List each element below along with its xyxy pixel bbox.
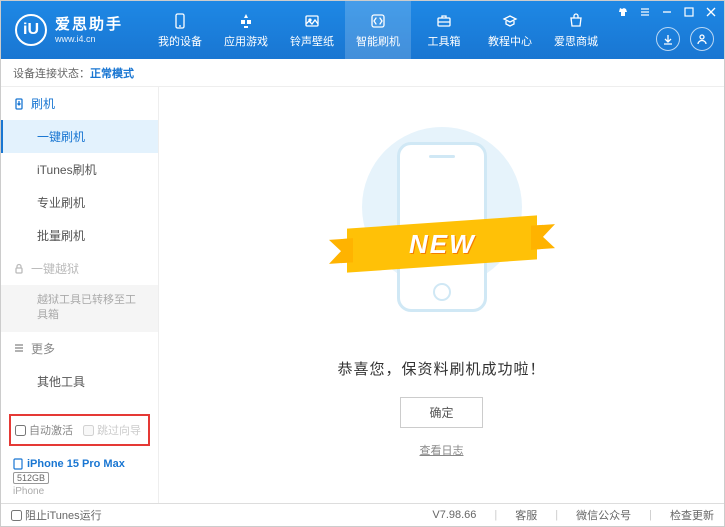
refresh-icon xyxy=(369,12,387,30)
app-header: iU 爱思助手 www.i4.cn 我的设备 应用游戏 铃声壁纸 智能刷机 工具… xyxy=(1,1,724,59)
device-name: iPhone 15 Pro Max xyxy=(27,458,125,470)
skin-icon[interactable] xyxy=(616,5,630,19)
main-content: NEW 恭喜您，保资料刷机成功啦！ 确定 查看日志 xyxy=(159,87,724,503)
nav-apps-games[interactable]: 应用游戏 xyxy=(213,1,279,59)
download-icon xyxy=(13,98,25,110)
sidebar-item-pro-flash[interactable]: 专业刷机 xyxy=(1,186,158,219)
device-info: iPhone 15 Pro Max 512GB iPhone xyxy=(1,452,158,503)
phone-icon xyxy=(13,458,23,470)
version-label: V7.98.66 xyxy=(432,509,476,521)
nav-toolbox[interactable]: 工具箱 xyxy=(411,1,477,59)
checkbox-block-itunes[interactable]: 阻止iTunes运行 xyxy=(11,507,102,523)
app-title: 爱思助手 xyxy=(55,16,123,34)
footer-link-wechat[interactable]: 微信公众号 xyxy=(576,507,631,523)
ok-button[interactable]: 确定 xyxy=(400,397,482,428)
device-storage: 512GB xyxy=(13,472,49,484)
logo: iU 爱思助手 www.i4.cn xyxy=(1,14,137,46)
footer-link-update[interactable]: 检查更新 xyxy=(670,507,714,523)
menu-icon xyxy=(13,342,25,354)
minimize-icon[interactable] xyxy=(660,5,674,19)
nav-ringtone-wallpaper[interactable]: 铃声壁纸 xyxy=(279,1,345,59)
app-url: www.i4.cn xyxy=(55,34,123,45)
close-icon[interactable] xyxy=(704,5,718,19)
sidebar: 刷机 一键刷机 iTunes刷机 专业刷机 批量刷机 一键越狱 越狱工具已转移至… xyxy=(1,87,159,503)
shop-icon xyxy=(567,12,585,30)
user-button[interactable] xyxy=(690,27,714,51)
view-log-link[interactable]: 查看日志 xyxy=(420,442,464,458)
footer: 阻止iTunes运行 V7.98.66 | 客服 | 微信公众号 | 检查更新 xyxy=(1,503,724,526)
sidebar-item-jailbreak-moved: 越狱工具已转移至工具箱 xyxy=(1,285,158,332)
checkbox-skip-guide[interactable]: 跳过向导 xyxy=(83,422,141,438)
sidebar-section-flash[interactable]: 刷机 xyxy=(1,87,158,120)
phone-icon xyxy=(171,12,189,30)
sidebar-item-download-firmware[interactable]: 下载固件 xyxy=(1,398,158,408)
toolbox-icon xyxy=(435,12,453,30)
status-value: 正常模式 xyxy=(90,65,134,81)
nav-store[interactable]: 爱思商城 xyxy=(543,1,609,59)
top-nav: 我的设备 应用游戏 铃声壁纸 智能刷机 工具箱 教程中心 爱思商城 xyxy=(147,1,609,59)
sidebar-item-oneclick-flash[interactable]: 一键刷机 xyxy=(1,120,158,153)
options-highlighted: 自动激活 跳过向导 xyxy=(9,414,150,446)
menu-icon[interactable] xyxy=(638,5,652,19)
success-message: 恭喜您，保资料刷机成功啦！ xyxy=(337,358,545,379)
image-icon xyxy=(303,12,321,30)
device-type: iPhone xyxy=(13,486,146,497)
sidebar-section-more[interactable]: 更多 xyxy=(1,332,158,365)
sidebar-item-batch-flash[interactable]: 批量刷机 xyxy=(1,219,158,252)
success-illustration: NEW xyxy=(352,132,532,332)
sidebar-item-other-tools[interactable]: 其他工具 xyxy=(1,365,158,398)
footer-link-support[interactable]: 客服 xyxy=(515,507,537,523)
logo-icon: iU xyxy=(15,14,47,46)
ribbon-text: NEW xyxy=(408,229,475,260)
nav-my-device[interactable]: 我的设备 xyxy=(147,1,213,59)
status-label: 设备连接状态： xyxy=(13,65,90,81)
sidebar-section-jailbreak[interactable]: 一键越狱 xyxy=(1,252,158,285)
sidebar-item-itunes-flash[interactable]: iTunes刷机 xyxy=(1,153,158,186)
nav-tutorials[interactable]: 教程中心 xyxy=(477,1,543,59)
lock-icon xyxy=(13,263,25,275)
graduation-icon xyxy=(501,12,519,30)
status-bar: 设备连接状态： 正常模式 xyxy=(1,59,724,87)
app-icon xyxy=(237,12,255,30)
checkbox-auto-activate[interactable]: 自动激活 xyxy=(15,422,73,438)
nav-smart-flash[interactable]: 智能刷机 xyxy=(345,1,411,59)
maximize-icon[interactable] xyxy=(682,5,696,19)
window-controls xyxy=(616,5,718,19)
download-button[interactable] xyxy=(656,27,680,51)
